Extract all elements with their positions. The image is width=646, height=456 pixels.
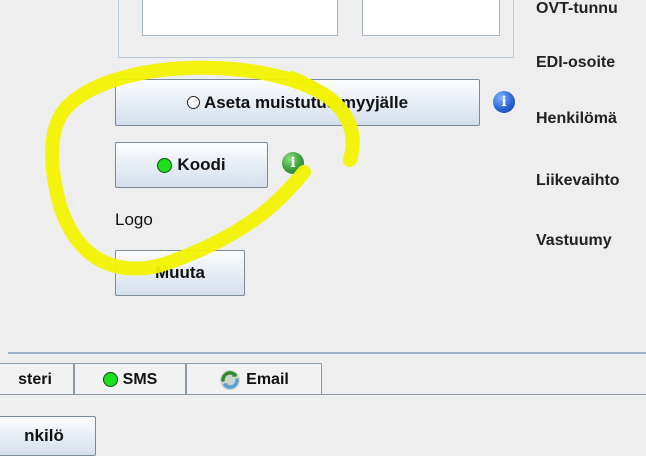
tab-register[interactable]: steri: [0, 363, 74, 395]
tab-register-label: steri: [18, 370, 52, 388]
tab-content-area: [0, 395, 646, 446]
tab-email[interactable]: Email: [186, 363, 322, 395]
refresh-icon: [220, 369, 241, 390]
tab-sms-label: SMS: [122, 370, 158, 388]
section-separator: [8, 352, 646, 354]
sms-status-icon: [102, 372, 118, 387]
tab-sms[interactable]: SMS: [74, 363, 186, 395]
person-button-label: nkilö: [24, 426, 64, 445]
person-button[interactable]: nkilö: [0, 416, 96, 456]
tab-email-label: Email: [246, 370, 289, 388]
